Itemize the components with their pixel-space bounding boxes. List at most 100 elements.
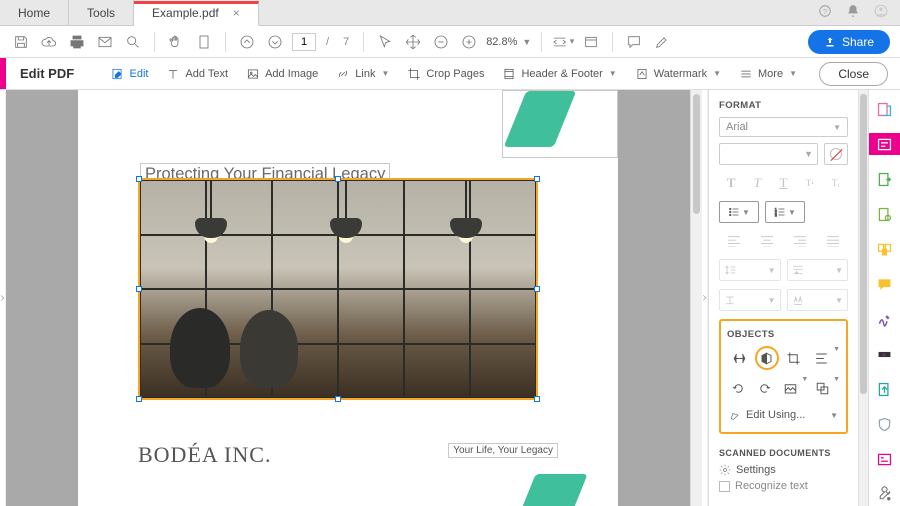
crop-object-button[interactable] [781,346,807,370]
align-objects-button[interactable] [808,346,834,370]
zoom-select[interactable]: 82.8%▼ [486,36,531,48]
email-icon[interactable] [94,31,116,53]
resize-handle-w[interactable] [136,286,142,292]
align-justify-button[interactable] [817,231,848,251]
resize-handle-n[interactable] [335,176,341,182]
link-tool[interactable]: Link▼ [336,67,389,81]
tab-close-icon[interactable]: × [233,6,240,20]
resize-handle-s[interactable] [335,396,341,402]
rail-comment-icon[interactable] [869,203,900,225]
rotate-ccw-button[interactable] [727,376,751,400]
bell-icon[interactable] [846,4,860,21]
select-icon[interactable] [374,31,396,53]
tab-tools[interactable]: Tools [69,0,134,25]
align-right-button[interactable] [785,231,816,251]
zoom-out-icon[interactable] [430,31,452,53]
edit-tool[interactable]: Edit [110,67,148,81]
header-footer-tool[interactable]: Header & Footer▼ [502,67,616,81]
subscript-button[interactable]: T₁ [824,173,848,193]
add-text-tool[interactable]: Add Text [166,67,228,81]
watermark-tool[interactable]: Watermark▼ [635,67,721,81]
character-spacing-select[interactable]: ▼ [787,289,849,311]
cloud-upload-icon[interactable] [38,31,60,53]
canvas-scrollbar[interactable] [690,90,702,506]
flip-vertical-button[interactable] [727,346,753,370]
add-image-tool[interactable]: Add Image [246,67,318,81]
italic-button[interactable]: T [745,173,769,193]
resize-handle-ne[interactable] [534,176,540,182]
rail-optimize-icon[interactable] [869,379,900,401]
paragraph-spacing-select[interactable]: ▼ [787,259,849,281]
svg-text:xi.: xi. [882,352,886,357]
panel-scrollbar[interactable] [858,90,868,506]
rail-form-icon[interactable] [869,449,900,471]
font-family-select[interactable]: Arial▼ [719,117,848,137]
underline-button[interactable]: T [771,173,795,193]
tab-file[interactable]: Example.pdf × [134,1,259,26]
rail-redact-icon[interactable]: xi. [869,344,900,366]
rail-note-icon[interactable] [869,273,900,295]
resize-handle-e[interactable] [534,286,540,292]
resize-handle-nw[interactable] [136,176,142,182]
save-icon[interactable] [10,31,32,53]
main-area: Protecting Your Financial Legacy Your Li… [0,90,900,506]
help-icon[interactable]: ? [818,4,832,21]
page-down-icon[interactable] [264,31,286,53]
rail-organize-icon[interactable] [869,238,900,260]
search-icon[interactable] [122,31,144,53]
document-canvas[interactable]: Protecting Your Financial Legacy Your Li… [6,90,690,506]
logo-block[interactable] [502,90,618,158]
rail-create-icon[interactable] [869,98,900,120]
align-left-button[interactable] [719,231,750,251]
share-button[interactable]: Share [808,30,890,54]
highlight-pen-icon[interactable] [651,31,673,53]
more-tool[interactable]: More▼ [739,67,797,81]
tab-home[interactable]: Home [0,0,69,25]
page-up-icon[interactable] [236,31,258,53]
rail-export-icon[interactable] [869,168,900,190]
main-toolbar: / 7 82.8%▼ ▾ Share [0,26,900,58]
recognize-text-checkbox[interactable]: Recognize text [719,480,848,492]
profile-icon[interactable] [874,4,888,21]
replace-image-button[interactable] [779,376,803,400]
decor-shape [520,474,587,506]
crop-tool[interactable]: Crop Pages [407,67,484,81]
panel-scrollbar-thumb[interactable] [860,94,867,394]
superscript-button[interactable]: T¹ [798,173,822,193]
comment-icon[interactable] [623,31,645,53]
line-spacing-select[interactable]: ▼ [719,259,781,281]
edit-using-button[interactable]: Edit Using... ▼ [727,406,840,424]
pan-icon[interactable] [402,31,424,53]
resize-handle-se[interactable] [534,396,540,402]
align-center-button[interactable] [752,231,783,251]
numbered-list-button[interactable]: 123▼ [765,201,805,223]
resize-handle-sw[interactable] [136,396,142,402]
page-display-icon[interactable] [193,31,215,53]
arrange-button[interactable] [810,376,834,400]
tagline-text[interactable]: Your Life, Your Legacy [448,443,558,458]
rail-sign-icon[interactable] [869,308,900,330]
tools-rail: xi. [868,90,900,506]
close-button[interactable]: Close [819,62,888,86]
selected-image[interactable] [138,178,538,400]
brand-text[interactable]: BODÉA INC. [138,442,271,468]
bullet-list-button[interactable]: ▼ [719,201,759,223]
read-mode-icon[interactable] [580,31,602,53]
zoom-in-icon[interactable] [458,31,480,53]
flip-horizontal-button[interactable] [755,346,779,370]
fit-width-icon[interactable]: ▾ [552,31,574,53]
font-size-select[interactable]: ▼ [719,143,818,165]
bold-button[interactable]: T [719,173,743,193]
page-number-input[interactable] [292,33,316,51]
font-color-select[interactable] [824,143,848,165]
rail-more-tools-icon[interactable] [869,484,900,506]
scrollbar-thumb[interactable] [693,94,700,214]
horizontal-scale-select[interactable]: ▼ [719,289,781,311]
scanned-settings-button[interactable]: Settings [719,464,848,476]
photo-content [140,180,536,398]
rail-edit-icon[interactable] [869,133,900,155]
hand-tool-icon[interactable] [165,31,187,53]
rotate-cw-button[interactable] [753,376,777,400]
print-icon[interactable] [66,31,88,53]
rail-protect-icon[interactable] [869,414,900,436]
